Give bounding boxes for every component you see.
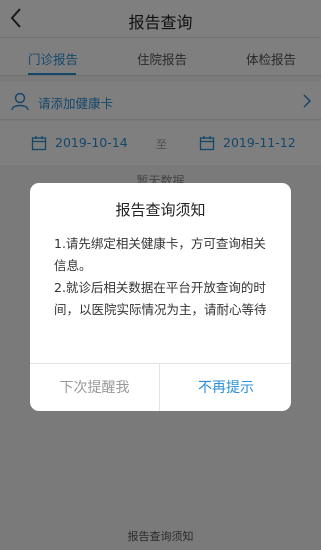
remind-later-button[interactable]: 下次提醒我 (30, 364, 160, 411)
dialog-line-1: 1.请先绑定相关健康卡，方可查询相关信息。 (54, 236, 266, 273)
report-notice-dialog: 报告查询须知 1.请先绑定相关健康卡，方可查询相关信息。 2.就诊后相关数据在平… (30, 183, 291, 411)
dialog-line-2: 2.就诊后相关数据在平台开放查询的时间，以医院实际情况为主，请耐心等待 (54, 280, 267, 317)
dialog-body: 1.请先绑定相关健康卡，方可查询相关信息。 2.就诊后相关数据在平台开放查询的时… (54, 233, 271, 321)
dialog-actions: 下次提醒我 不再提示 (30, 363, 291, 411)
dialog-title: 报告查询须知 (115, 201, 206, 219)
dont-show-again-button[interactable]: 不再提示 (161, 364, 291, 411)
